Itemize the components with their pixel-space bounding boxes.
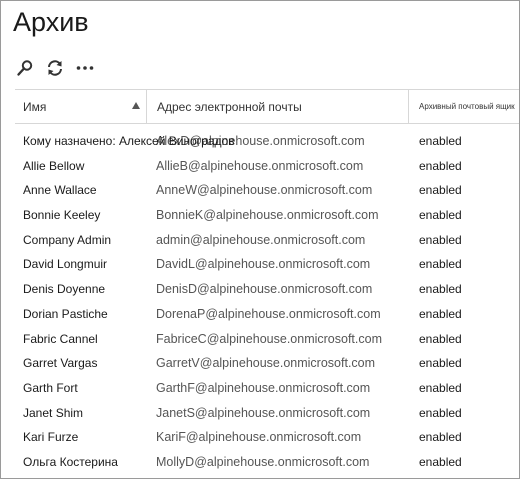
search-icon[interactable]	[15, 58, 35, 78]
refresh-icon[interactable]	[45, 58, 65, 78]
row-archive-status: enabled	[419, 232, 462, 247]
row-archive-status: enabled	[419, 331, 462, 346]
row-archive-status: enabled	[419, 183, 462, 198]
row-email: DorenaP@alpinehouse.onmicrosoft.com	[156, 306, 381, 321]
row-email: DavidL@alpinehouse.onmicrosoft.com	[156, 257, 371, 272]
table-row[interactable]: Garret Vargas GarretV@alpinehouse.onmicro…	[15, 351, 519, 376]
row-name: David Longmuir	[23, 257, 108, 272]
table-row[interactable]: Кому назначено: Алексей Виноградов AlexD@…	[15, 129, 519, 154]
table-row[interactable]: Kari Furze KariF@alpinehouse.onmicrosoft.…	[15, 425, 519, 450]
row-archive-status: enabled	[419, 282, 462, 297]
row-archive-status: enabled	[419, 356, 462, 371]
row-email: GarthF@alpinehouse.onmicrosoft.com	[156, 380, 371, 395]
page-title: Архив	[13, 7, 89, 37]
row-archive-status: enabled	[419, 430, 462, 445]
row-email: KariF@alpinehouse.onmicrosoft.com	[156, 430, 362, 445]
row-archive-status: enabled	[419, 134, 462, 148]
sort-ascending-icon	[132, 102, 140, 109]
table-row[interactable]: Dorian Pastiche DorenaP@alpinehouse.onmic…	[15, 302, 519, 327]
row-archive-status: enabled	[419, 454, 462, 469]
row-name: Garth Fort	[23, 380, 78, 395]
row-email: AnneW@alpinehouse.onmicrosoft.com	[156, 183, 373, 198]
row-archive-status: enabled	[419, 208, 462, 223]
row-email: GarretV@alpinehouse.onmicrosoft.com	[156, 356, 376, 371]
row-email: BonnieK@alpinehouse.onmicrosoft.com	[156, 208, 379, 223]
table-row[interactable]: Garth Fort GarthF@alpinehouse.onmicrosoft…	[15, 376, 519, 401]
table-row[interactable]: Anne Wallace AnneW@alpinehouse.onmicrosof…	[15, 178, 519, 203]
column-header-archive[interactable]: Архивный почтовый ящик	[409, 90, 519, 123]
row-name: Fabric Cannel	[23, 331, 98, 346]
row-archive-status: enabled	[419, 257, 462, 272]
row-name: Janet Shim	[23, 405, 84, 420]
table-row[interactable]: Ольга Костерина MollyD@alpinehouse.onmicr…	[15, 450, 519, 475]
column-header-name[interactable]: Имя	[15, 90, 147, 123]
table-row[interactable]: Bonnie Keeley BonnieK@alpinehouse.onmicro…	[15, 203, 519, 228]
table-row[interactable]: Allie Bellow AllieB@alpinehouse.onmicroso…	[15, 154, 519, 179]
row-name: Bonnie Keeley	[23, 208, 101, 223]
column-header-email[interactable]: Адрес электронной почты	[147, 90, 409, 123]
column-header-name-label: Имя	[23, 99, 47, 114]
table-header: Имя Адрес электронной почты Архивный поч…	[15, 89, 519, 124]
row-name: Кому назначено: Алексей Виноградов	[23, 134, 235, 148]
row-email: AllieB@alpinehouse.onmicrosoft.com	[156, 158, 364, 173]
row-archive-status: enabled	[419, 306, 462, 321]
row-name: Ольга Костерина	[23, 454, 118, 469]
table-row[interactable]: David Longmuir DavidL@alpinehouse.onmicro…	[15, 252, 519, 277]
row-name: Anne Wallace	[23, 183, 97, 198]
archive-window: Архив Имя Адрес электронной почты Архивн…	[0, 0, 520, 479]
row-archive-status: enabled	[419, 405, 462, 420]
row-name: Garret Vargas	[23, 356, 98, 371]
row-email: admin@alpinehouse.onmicrosoft.com	[156, 232, 366, 247]
column-header-archive-label: Архивный почтовый ящик	[419, 102, 515, 111]
row-archive-status: enabled	[419, 158, 462, 173]
row-email: JanetS@alpinehouse.onmicrosoft.com	[156, 405, 371, 420]
row-email: DenisD@alpinehouse.onmicrosoft.com	[156, 282, 373, 297]
table-body: Кому назначено: Алексей Виноградов AlexD@…	[15, 129, 519, 475]
row-email: FabriceC@alpinehouse.onmicrosoft.com	[156, 331, 382, 346]
row-email: MollyD@alpinehouse.onmicrosoft.com	[156, 454, 370, 469]
more-icon[interactable]	[75, 58, 95, 78]
row-name: Kari Furze	[23, 430, 79, 445]
toolbar	[15, 58, 95, 78]
table-row[interactable]: Janet Shim JanetS@alpinehouse.onmicrosoft…	[15, 401, 519, 426]
column-header-email-label: Адрес электронной почты	[157, 99, 302, 114]
row-name: Allie Bellow	[23, 158, 85, 173]
row-name: Dorian Pastiche	[23, 306, 108, 321]
table-row[interactable]: Fabric Cannel FabriceC@alpinehouse.onmicr…	[15, 327, 519, 352]
row-archive-status: enabled	[419, 380, 462, 395]
row-name: Company Admin	[23, 232, 112, 247]
table-row[interactable]: Company Admin admin@alpinehouse.onmicroso…	[15, 228, 519, 253]
table-row[interactable]: Denis Doyenne DenisD@alpinehouse.onmicros…	[15, 277, 519, 302]
row-name: Denis Doyenne	[23, 282, 106, 297]
